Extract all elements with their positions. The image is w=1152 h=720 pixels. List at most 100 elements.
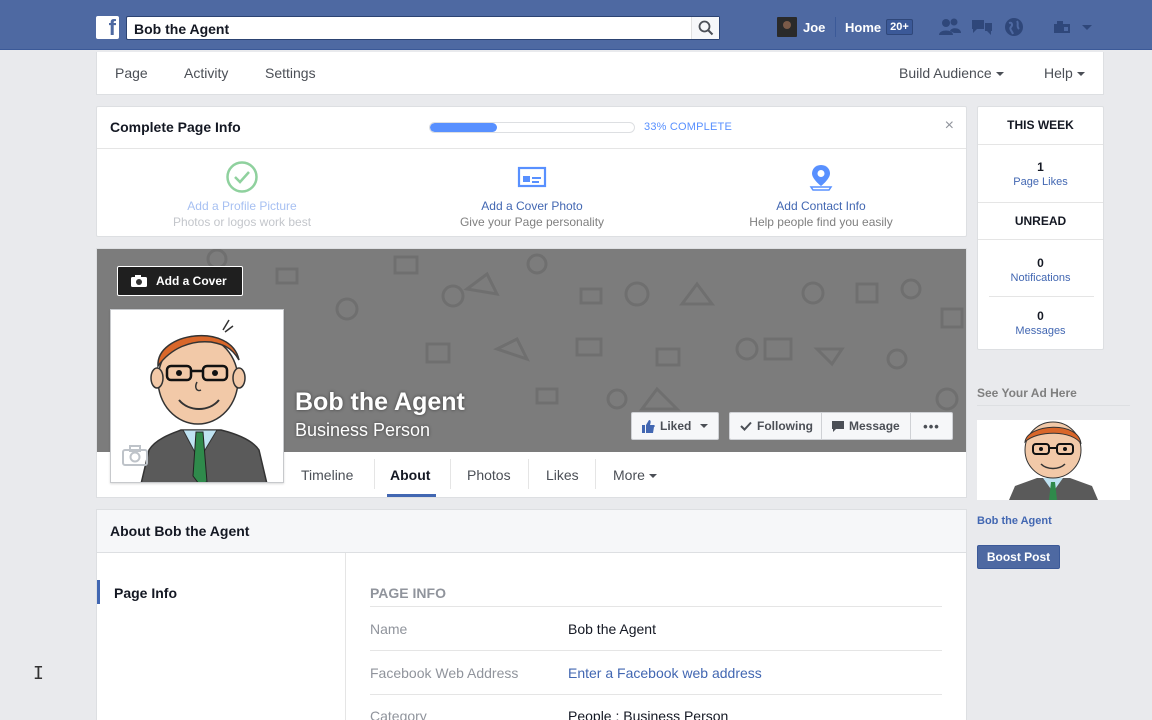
notifications-count[interactable]: 0 [978, 256, 1103, 270]
divider [978, 239, 1103, 240]
divider [345, 553, 346, 720]
divider [370, 650, 942, 651]
divider [450, 459, 451, 489]
page-header-card: Add a Cover Bob the Agent Business Perso… [96, 248, 967, 498]
name-value[interactable]: Bob the Agent [568, 621, 656, 637]
nav-activity[interactable]: Activity [184, 65, 228, 81]
privacy-shortcuts-icon[interactable] [1052, 17, 1074, 37]
add-cover-label: Add a Cover [156, 274, 227, 288]
page-name[interactable]: Bob the Agent [295, 388, 465, 417]
active-tab-indicator [387, 494, 436, 497]
profile-link[interactable]: Joe [777, 17, 825, 37]
page-likes-link[interactable]: Page Likes [978, 176, 1103, 188]
insights-box: THIS WEEK 1 Page Likes UNREAD 0 Notifica… [977, 106, 1104, 350]
messages-count[interactable]: 0 [978, 309, 1103, 323]
divider [97, 148, 966, 149]
boost-post-button[interactable]: Boost Post [977, 545, 1060, 569]
ad-preview-image[interactable] [977, 420, 1130, 500]
task-subtitle: Photos or logos work best [172, 215, 312, 229]
text-cursor-icon: I [33, 663, 44, 684]
task-add-profile-picture[interactable]: Add a Profile Picture Photos or logos wo… [102, 159, 382, 229]
web-address-label: Facebook Web Address [370, 665, 519, 681]
task-subtitle: Help people find you easily [749, 215, 893, 229]
messages-link[interactable]: Messages [978, 325, 1103, 337]
facebook-logo-icon[interactable]: f [96, 15, 119, 40]
notifications-globe-icon[interactable] [1003, 17, 1025, 37]
messages-icon[interactable] [970, 17, 992, 37]
search-field[interactable]: Bob the Agent [126, 16, 720, 40]
message-label: Message [849, 419, 900, 433]
nav-help[interactable]: Help [1044, 65, 1085, 81]
more-options-button[interactable]: ••• [910, 412, 953, 440]
divider [374, 459, 375, 489]
account-menu-chevron-down-icon[interactable] [1080, 17, 1096, 37]
search-icon [698, 20, 714, 36]
map-pin-icon [809, 165, 833, 191]
about-section-body: Page Info PAGE INFO Name Bob the Agent F… [96, 553, 967, 720]
home-count-badge: 20+ [886, 19, 913, 35]
camera-icon[interactable] [121, 444, 149, 466]
task-subtitle: Give your Page personality [459, 215, 605, 229]
tab-about[interactable]: About [390, 467, 430, 483]
task-add-cover-photo[interactable]: Add a Cover Photo Give your Page persona… [392, 159, 672, 229]
following-label: Following [757, 419, 813, 433]
web-address-link[interactable]: Enter a Facebook web address [568, 665, 762, 681]
ad-preview-title: See Your Ad Here [977, 386, 1077, 400]
divider [595, 459, 596, 489]
page-info-heading: PAGE INFO [370, 585, 446, 601]
add-cover-button[interactable]: Add a Cover [117, 266, 243, 296]
task-title: Add Contact Info [776, 199, 866, 213]
search-input[interactable]: Bob the Agent [134, 21, 229, 37]
progress-bar [429, 122, 635, 133]
about-title: About Bob the Agent [110, 523, 250, 539]
avatar [777, 17, 797, 37]
page-category[interactable]: Business Person [295, 420, 430, 441]
task-add-contact-info[interactable]: Add Contact Info Help people find you ea… [681, 159, 961, 229]
thumbs-up-icon [642, 419, 655, 433]
divider [370, 606, 942, 607]
progress-label: 33% COMPLETE [644, 121, 732, 133]
divider [978, 202, 1103, 203]
camera-icon [131, 275, 147, 287]
divider [370, 694, 942, 695]
home-label: Home [845, 19, 882, 35]
tab-timeline[interactable]: Timeline [301, 467, 353, 483]
following-button[interactable]: Following [729, 412, 823, 440]
tab-photos[interactable]: Photos [467, 467, 511, 483]
about-nav-page-info[interactable]: Page Info [114, 585, 177, 601]
top-bar: f Bob the Agent Joe Home 20+ [0, 0, 1152, 50]
message-button[interactable]: Message [821, 412, 911, 440]
liked-label: Liked [660, 419, 692, 433]
page-likes-count[interactable]: 1 [978, 160, 1103, 174]
notifications-link[interactable]: Notifications [978, 272, 1103, 284]
task-title: Add a Cover Photo [481, 199, 583, 213]
checkmark-icon [740, 421, 752, 431]
page-admin-nav: Page Activity Settings Build Audience He… [96, 52, 1104, 95]
home-link[interactable]: Home 20+ [845, 17, 913, 37]
chevron-down-icon [1076, 72, 1085, 77]
name-label: Name [370, 621, 408, 637]
category-label: Category [370, 708, 427, 720]
help-label: Help [1044, 65, 1073, 81]
nav-settings[interactable]: Settings [265, 65, 316, 81]
divider [978, 144, 1103, 145]
message-icon [832, 420, 844, 432]
cover-photo-icon [517, 166, 547, 188]
progress-fill [430, 123, 498, 132]
search-button[interactable] [691, 17, 719, 39]
more-label: More [613, 467, 645, 483]
this-week-heading: THIS WEEK [1007, 118, 1074, 132]
tab-more[interactable]: More [613, 467, 657, 483]
tab-likes[interactable]: Likes [546, 467, 579, 483]
close-icon[interactable]: × [945, 117, 954, 135]
nav-page[interactable]: Page [115, 65, 148, 81]
category-value[interactable]: People : Business Person [568, 708, 728, 720]
friend-requests-icon[interactable] [938, 17, 961, 37]
divider [989, 296, 1094, 297]
checkmark-circle-icon [226, 161, 258, 193]
ad-preview-page-name[interactable]: Bob the Agent [977, 515, 1052, 527]
liked-button[interactable]: Liked [631, 412, 720, 440]
nav-build-audience[interactable]: Build Audience [899, 65, 1004, 81]
divider [977, 405, 1130, 406]
profile-picture[interactable] [110, 309, 284, 483]
